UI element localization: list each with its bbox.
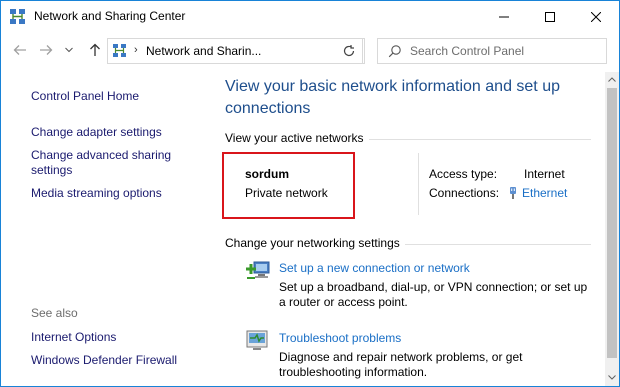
refresh-button[interactable] <box>335 38 363 64</box>
change-settings-label: Change your networking settings <box>225 236 400 250</box>
search-input[interactable] <box>410 43 600 59</box>
ethernet-connection-link[interactable]: Ethernet <box>508 186 567 200</box>
address-bar[interactable]: › Network and Sharin... <box>107 38 431 64</box>
maximize-button[interactable] <box>527 1 573 32</box>
troubleshoot-description: Diagnose and repair network problems, or… <box>279 350 523 379</box>
setup-connection-description: Set up a broadband, dial-up, or VPN conn… <box>279 280 588 309</box>
network-center-icon <box>9 8 27 26</box>
access-type-label: Access type: <box>429 167 498 181</box>
refresh-icon <box>343 45 354 57</box>
highlight-annotation-box <box>222 152 355 219</box>
back-button[interactable] <box>12 42 28 58</box>
chevron-down-icon <box>65 47 73 53</box>
recent-locations-button[interactable] <box>63 42 75 58</box>
troubleshoot-icon <box>245 329 271 353</box>
ethernet-link-text[interactable]: Ethernet <box>522 186 567 200</box>
search-box[interactable] <box>377 38 607 64</box>
minimize-button[interactable] <box>481 1 527 32</box>
sidebar-item-control-panel-home[interactable]: Control Panel Home <box>31 89 139 103</box>
close-button[interactable] <box>573 1 619 32</box>
ethernet-icon <box>510 187 516 199</box>
address-toolbar: › Network and Sharin... <box>1 32 619 72</box>
troubleshoot-problems-link[interactable]: Troubleshoot problems <box>279 331 401 345</box>
forward-button[interactable] <box>38 42 54 58</box>
window-title: Network and Sharing Center <box>34 9 186 23</box>
chevron-up-icon <box>608 76 616 82</box>
section-divider <box>369 139 591 140</box>
vertical-divider <box>418 153 419 215</box>
active-networks-label: View your active networks <box>225 131 364 145</box>
see-also-label: See also <box>31 306 78 320</box>
section-divider <box>405 244 591 245</box>
connections-label: Connections: <box>429 186 500 200</box>
title-bar[interactable]: Network and Sharing Center <box>1 1 619 32</box>
arrow-right-icon <box>40 45 53 55</box>
sidebar-item-media-streaming-options[interactable]: Media streaming options <box>31 186 162 200</box>
access-type-value: Internet <box>524 167 565 181</box>
page-title: View your basic network information and … <box>225 78 560 117</box>
scroll-up-button[interactable] <box>605 72 619 86</box>
arrow-up-icon <box>90 43 100 56</box>
control-panel-icon <box>112 43 128 59</box>
breadcrumb[interactable]: Network and Sharin... <box>146 44 261 58</box>
window: Network and Sharing Center › Network and… <box>0 0 620 387</box>
scroll-down-button[interactable] <box>605 370 619 384</box>
scrollbar-thumb[interactable] <box>607 88 617 358</box>
up-button[interactable] <box>87 42 103 58</box>
sidebar-item-change-adapter-settings[interactable]: Change adapter settings <box>31 125 162 139</box>
sidebar-item-change-advanced-sharing-settings[interactable]: Change advanced sharing settings <box>31 148 191 178</box>
see-also-windows-defender-firewall[interactable]: Windows Defender Firewall <box>31 353 177 367</box>
see-also-internet-options[interactable]: Internet Options <box>31 330 116 344</box>
setup-connection-link[interactable]: Set up a new connection or network <box>279 261 470 275</box>
breadcrumb-separator-icon: › <box>134 44 138 56</box>
chevron-down-icon <box>608 374 616 380</box>
new-connection-icon <box>245 259 271 283</box>
arrow-left-icon <box>13 45 26 55</box>
search-icon <box>388 44 402 58</box>
vertical-scrollbar[interactable] <box>605 72 619 386</box>
